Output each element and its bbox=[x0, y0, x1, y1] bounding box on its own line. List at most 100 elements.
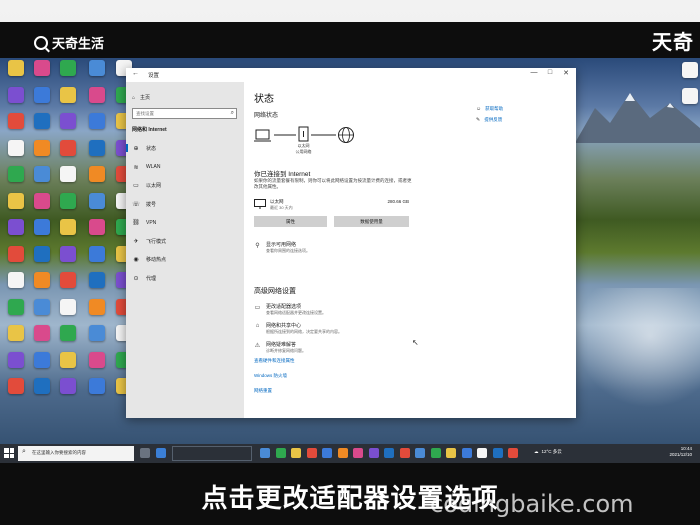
sharing-settings-link[interactable]: ⌂ 网络和共享中心 根据所连接到的网络，决定要共享的内容。 bbox=[254, 323, 342, 334]
desktop-shortcut-icon[interactable] bbox=[85, 60, 109, 76]
taskbar-pinned-app-icon[interactable] bbox=[461, 448, 472, 458]
firewall-link[interactable]: Windows 防火墙 bbox=[254, 373, 287, 379]
desktop-shortcut-icon[interactable] bbox=[30, 245, 54, 262]
desktop-shortcut-icon[interactable] bbox=[85, 351, 109, 368]
desktop-shortcut-icon[interactable] bbox=[56, 219, 80, 235]
network-reset-link[interactable]: 网络重置 bbox=[254, 388, 272, 394]
tray-weather[interactable]: ☁ 12°C 多云 bbox=[534, 449, 562, 455]
desktop-shortcut-icon[interactable] bbox=[85, 325, 109, 341]
desktop-shortcut-icon[interactable] bbox=[56, 272, 80, 288]
taskbar-pinned-app-icon[interactable] bbox=[399, 448, 410, 458]
desktop-shortcut-icon[interactable] bbox=[56, 192, 80, 209]
window-titlebar[interactable]: ← 设置 — □ ✕ bbox=[126, 68, 576, 82]
desktop-shortcut-icon[interactable] bbox=[4, 272, 28, 288]
troubleshoot-settings-link[interactable]: ⚠ 网络疑难解答 诊断并修复网络问题。 bbox=[254, 342, 306, 353]
settings-search-input[interactable]: 查找设置 ⌕ bbox=[132, 108, 237, 119]
desktop-shortcut-icon[interactable] bbox=[30, 351, 54, 368]
desktop-shortcut-icon[interactable] bbox=[85, 245, 109, 262]
taskbar-pinned-app-icon[interactable] bbox=[322, 448, 332, 458]
desktop-shortcut-icon[interactable] bbox=[56, 113, 80, 129]
desktop-shortcut-icon[interactable] bbox=[85, 378, 109, 394]
taskbar-pinned-app-icon[interactable] bbox=[446, 448, 456, 458]
desktop-shortcut-icon[interactable] bbox=[56, 86, 80, 103]
close-button[interactable]: ✕ bbox=[558, 69, 574, 77]
maximize-button[interactable]: □ bbox=[542, 69, 558, 76]
desktop-shortcut-icon[interactable] bbox=[4, 113, 28, 129]
desktop-shortcut-icon[interactable] bbox=[4, 325, 28, 341]
data-usage-button[interactable]: 数据使用量 bbox=[334, 216, 409, 227]
sidebar-item-globe[interactable]: ⊕ 状态 bbox=[125, 144, 156, 152]
sidebar-item-proxy[interactable]: ⊙ 代理 bbox=[132, 275, 156, 282]
desktop-shortcut-icon[interactable] bbox=[56, 166, 80, 182]
desktop-shortcut-icon[interactable] bbox=[56, 139, 80, 156]
taskbar-pinned-app-icon[interactable] bbox=[492, 448, 503, 458]
desktop-shortcut-icon[interactable] bbox=[85, 86, 109, 103]
taskbar-pinned-app-icon[interactable] bbox=[368, 448, 379, 458]
desktop-shortcut-icon[interactable] bbox=[4, 351, 28, 368]
taskbar-pinned-app-icon[interactable] bbox=[430, 448, 441, 458]
feedback-link[interactable]: ✎ 提供反馈 bbox=[476, 117, 502, 123]
sidebar-item-airplane[interactable]: ✈ 飞行模式 bbox=[132, 238, 166, 245]
desktop-shortcut-icon[interactable] bbox=[4, 245, 28, 262]
taskbar-pinned-app-icon[interactable] bbox=[291, 448, 301, 458]
get-help-link[interactable]: ☺ 获取帮助 bbox=[476, 106, 503, 112]
taskbar-search-box[interactable]: ⌕ 在这里输入你要搜索的内容 bbox=[18, 446, 134, 461]
desktop-shortcut-icon[interactable] bbox=[56, 351, 80, 368]
show-networks-link[interactable]: ⚲ 显示可用网络 查看你周围的连接选项。 bbox=[254, 242, 310, 253]
desktop-shortcut-icon[interactable] bbox=[85, 139, 109, 156]
desktop-shortcut-icon[interactable] bbox=[30, 86, 54, 103]
desktop-shortcut-icon[interactable] bbox=[4, 139, 28, 156]
desktop-shortcut-icon[interactable] bbox=[85, 298, 109, 315]
task-view-icon[interactable] bbox=[140, 448, 150, 458]
desktop-shortcut-icon[interactable] bbox=[30, 272, 54, 288]
desktop-shortcut-icon[interactable] bbox=[4, 166, 28, 182]
desktop-document-icon[interactable] bbox=[678, 88, 700, 104]
desktop-shortcut-icon[interactable] bbox=[85, 192, 109, 209]
desktop-shortcut-icon[interactable] bbox=[85, 272, 109, 288]
desktop-shortcut-icon[interactable] bbox=[4, 86, 28, 103]
desktop-shortcut-icon[interactable] bbox=[30, 378, 54, 394]
desktop-shortcut-icon[interactable] bbox=[30, 139, 54, 156]
desktop-shortcut-icon[interactable] bbox=[56, 245, 80, 262]
desktop-shortcut-icon[interactable] bbox=[30, 298, 54, 315]
desktop-shortcut-icon[interactable] bbox=[56, 325, 80, 341]
sidebar-item-home[interactable]: ⌂ 主页 bbox=[132, 94, 150, 102]
desktop-shortcut-icon[interactable] bbox=[4, 192, 28, 209]
minimize-button[interactable]: — bbox=[526, 69, 542, 76]
sidebar-item-ethernet[interactable]: ▭ 以太网 bbox=[132, 182, 161, 189]
desktop-shortcut-icon[interactable] bbox=[85, 113, 109, 129]
start-button[interactable] bbox=[4, 448, 14, 458]
desktop-shortcut-icon[interactable] bbox=[30, 166, 54, 182]
taskbar-secondary-search[interactable] bbox=[172, 446, 252, 461]
desktop-shortcut-icon[interactable] bbox=[30, 192, 54, 209]
properties-button[interactable]: 属性 bbox=[254, 216, 327, 227]
taskbar-pinned-app-icon[interactable] bbox=[275, 448, 286, 458]
sidebar-item-hotspot[interactable]: ◉ 移动热点 bbox=[132, 256, 166, 263]
hardware-properties-link[interactable]: 查看硬件和连接属性 bbox=[254, 358, 295, 364]
desktop-shortcut-icon[interactable] bbox=[56, 298, 80, 315]
desktop-shortcut-icon[interactable] bbox=[4, 219, 28, 235]
desktop-shortcut-icon[interactable] bbox=[4, 298, 28, 315]
taskbar-pinned-app-icon[interactable] bbox=[353, 448, 363, 458]
taskbar-pinned-app-icon[interactable] bbox=[260, 448, 270, 458]
taskbar-pinned-app-icon[interactable] bbox=[477, 448, 487, 458]
desktop-shortcut-icon[interactable] bbox=[56, 378, 80, 394]
tray-clock[interactable]: 10:44 2021/12/10 bbox=[669, 446, 692, 458]
sidebar-item-wifi[interactable]: ≋ WLAN bbox=[132, 164, 160, 171]
desktop-shortcut-icon[interactable] bbox=[4, 60, 28, 76]
taskbar-app-icon[interactable] bbox=[156, 448, 166, 458]
taskbar-pinned-app-icon[interactable] bbox=[384, 448, 394, 458]
taskbar-pinned-app-icon[interactable] bbox=[337, 448, 348, 458]
desktop-shortcut-icon[interactable] bbox=[30, 113, 54, 129]
taskbar-pinned-app-icon[interactable] bbox=[306, 448, 317, 458]
desktop-shortcut-icon[interactable] bbox=[30, 219, 54, 235]
adapter-settings-link[interactable]: ▭ 更改适配器选项 查看网络适配器并更改连接设置。 bbox=[254, 304, 326, 315]
desktop-shortcut-icon[interactable] bbox=[85, 219, 109, 235]
desktop-shortcut-icon[interactable] bbox=[30, 60, 54, 76]
taskbar-pinned-app-icon[interactable] bbox=[508, 448, 518, 458]
desktop-shortcut-icon[interactable] bbox=[85, 166, 109, 182]
taskbar-pinned-app-icon[interactable] bbox=[415, 448, 425, 458]
desktop-document-icon[interactable] bbox=[678, 62, 700, 78]
sidebar-item-vpn[interactable]: ⛓ VPN bbox=[132, 219, 156, 227]
desktop-shortcut-icon[interactable] bbox=[56, 60, 80, 76]
